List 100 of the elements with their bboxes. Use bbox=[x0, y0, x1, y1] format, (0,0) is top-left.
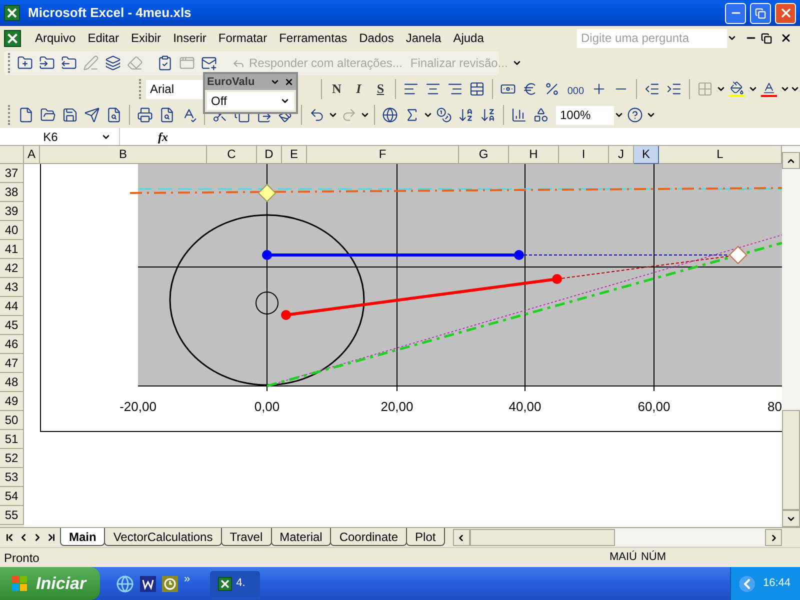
menu-item[interactable]: Janela bbox=[400, 29, 448, 47]
caret-icon[interactable] bbox=[727, 33, 737, 43]
row-header[interactable]: 37 bbox=[0, 164, 24, 183]
row-header[interactable]: 48 bbox=[0, 373, 24, 392]
folder-icon[interactable] bbox=[40, 107, 56, 123]
eurovalue-dropdown[interactable]: Off bbox=[207, 92, 294, 110]
help-search-field[interactable]: Digite uma pergunta bbox=[577, 28, 727, 48]
column-header[interactable]: K bbox=[634, 146, 659, 164]
vertical-scrollbar[interactable] bbox=[782, 146, 800, 527]
globe-icon[interactable] bbox=[382, 107, 398, 123]
column-header[interactable]: E bbox=[282, 146, 307, 164]
row-header[interactable]: 42 bbox=[0, 259, 24, 278]
folder-icon[interactable] bbox=[17, 55, 33, 71]
taskbar-button[interactable]: 4. bbox=[210, 570, 260, 596]
caret-icon[interactable] bbox=[614, 110, 624, 120]
indent-icon[interactable] bbox=[666, 81, 682, 97]
font-style-button[interactable]: I bbox=[348, 79, 370, 99]
caret-icon[interactable] bbox=[646, 110, 656, 120]
restore-button[interactable] bbox=[750, 2, 771, 24]
zoom-field[interactable]: 100% bbox=[556, 106, 614, 124]
menu-item[interactable]: Editar bbox=[82, 29, 126, 47]
column-header[interactable]: I bbox=[559, 146, 609, 164]
caret-icon[interactable] bbox=[328, 110, 338, 120]
send-icon[interactable] bbox=[84, 107, 100, 123]
caret-icon[interactable] bbox=[790, 84, 800, 94]
row-header[interactable]: 39 bbox=[0, 202, 24, 221]
chart-icon[interactable] bbox=[511, 107, 527, 123]
caret-icon[interactable] bbox=[280, 96, 290, 106]
clock-icon[interactable] bbox=[162, 576, 178, 592]
row-header[interactable]: 47 bbox=[0, 354, 24, 373]
word-processor-icon[interactable] bbox=[140, 576, 156, 592]
column-header[interactable]: L bbox=[659, 146, 782, 164]
close-icon[interactable] bbox=[780, 32, 792, 44]
last-sheet-icon[interactable] bbox=[46, 532, 57, 543]
row-header[interactable]: 51 bbox=[0, 430, 24, 449]
close-button[interactable] bbox=[775, 2, 796, 24]
sort-ascending-icon[interactable] bbox=[458, 107, 474, 123]
help-icon[interactable] bbox=[627, 107, 643, 123]
close-icon[interactable] bbox=[284, 77, 294, 87]
column-header[interactable]: J bbox=[609, 146, 634, 164]
outdent-icon[interactable] bbox=[644, 81, 660, 97]
caret-icon[interactable] bbox=[780, 84, 790, 94]
row-header[interactable]: 38 bbox=[0, 183, 24, 202]
restore-icon[interactable] bbox=[761, 32, 772, 44]
clipboard-icon[interactable] bbox=[157, 55, 173, 71]
drawing-icon[interactable] bbox=[533, 107, 549, 123]
row-header[interactable]: 41 bbox=[0, 240, 24, 259]
menu-item[interactable]: Ferramentas bbox=[273, 29, 354, 47]
row-header[interactable]: 52 bbox=[0, 449, 24, 468]
row-header[interactable]: 44 bbox=[0, 297, 24, 316]
undo-icon[interactable] bbox=[309, 107, 325, 123]
column-header[interactable]: G bbox=[459, 146, 509, 164]
layers-icon[interactable] bbox=[105, 55, 121, 71]
row-header[interactable]: 40 bbox=[0, 221, 24, 240]
file-search-icon[interactable] bbox=[106, 107, 122, 123]
print-preview-icon[interactable] bbox=[159, 107, 175, 123]
minimize-button[interactable] bbox=[725, 2, 746, 24]
caret-icon[interactable] bbox=[748, 84, 758, 94]
euro-conversion-icon[interactable] bbox=[436, 107, 452, 123]
column-header[interactable]: A bbox=[24, 146, 40, 164]
mail-icon[interactable] bbox=[201, 55, 217, 71]
row-header[interactable]: 55 bbox=[0, 506, 24, 525]
font-color-icon[interactable] bbox=[761, 81, 778, 97]
align-left-icon[interactable] bbox=[403, 81, 420, 97]
row-header[interactable]: 45 bbox=[0, 316, 24, 335]
menu-item[interactable]: Formatar bbox=[212, 29, 274, 47]
palette-options-icon[interactable] bbox=[270, 77, 280, 87]
folder-icon[interactable] bbox=[61, 55, 77, 71]
align-center-icon[interactable] bbox=[425, 81, 442, 97]
column-header[interactable]: B bbox=[40, 146, 207, 164]
column-header[interactable]: F bbox=[307, 146, 459, 164]
show-hidden-icons-icon[interactable] bbox=[739, 576, 755, 592]
menu-item[interactable]: Dados bbox=[353, 29, 400, 47]
row-header[interactable]: 50 bbox=[0, 411, 24, 430]
row-header[interactable]: 49 bbox=[0, 392, 24, 411]
menu-item[interactable]: Exibir bbox=[125, 29, 168, 47]
column-header[interactable]: D bbox=[257, 146, 282, 164]
percent-icon[interactable] bbox=[544, 81, 560, 97]
caret-icon[interactable] bbox=[716, 84, 726, 94]
new-file-icon[interactable] bbox=[18, 107, 34, 123]
menu-item[interactable]: Ajuda bbox=[447, 29, 490, 47]
caret-icon[interactable] bbox=[512, 58, 522, 68]
fill-color-icon[interactable] bbox=[729, 81, 746, 97]
first-sheet-icon[interactable] bbox=[4, 532, 15, 543]
menu-item[interactable]: Arquivo bbox=[29, 29, 82, 47]
horizontal-scrollbar[interactable] bbox=[452, 529, 782, 546]
save-icon[interactable] bbox=[62, 107, 78, 123]
row-header[interactable]: 43 bbox=[0, 278, 24, 297]
sheet-tab[interactable]: Main bbox=[60, 528, 106, 546]
caret-icon[interactable] bbox=[423, 110, 433, 120]
column-header[interactable]: H bbox=[509, 146, 559, 164]
thousands-button[interactable]: 000 bbox=[563, 80, 588, 98]
align-right-icon[interactable] bbox=[447, 81, 464, 97]
font-style-button[interactable]: N bbox=[326, 79, 348, 99]
sheet-tab[interactable]: Plot bbox=[406, 528, 445, 546]
font-style-button[interactable]: S bbox=[370, 79, 392, 99]
printer-icon[interactable] bbox=[137, 107, 153, 123]
caret-icon[interactable] bbox=[360, 110, 370, 120]
row-header[interactable]: 46 bbox=[0, 335, 24, 354]
row-header[interactable]: 54 bbox=[0, 487, 24, 506]
